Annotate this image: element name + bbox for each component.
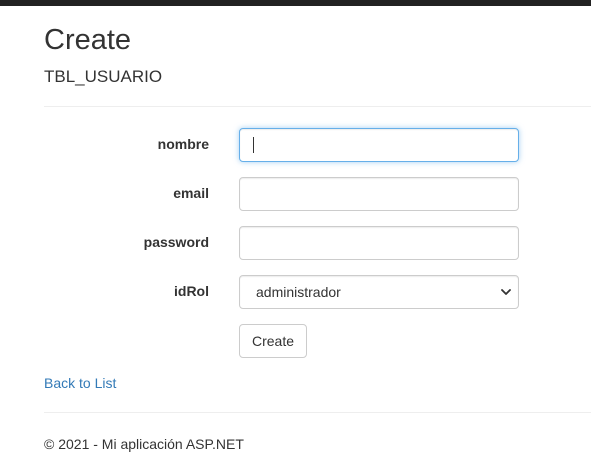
create-button[interactable]: Create (239, 324, 308, 358)
password-input[interactable] (239, 226, 519, 260)
form-group-email: email (44, 177, 591, 211)
password-label: password (143, 234, 209, 250)
text-cursor (253, 137, 254, 153)
idrol-label: idRol (174, 283, 209, 299)
form-group-idrol: idRol administrador (44, 275, 591, 309)
back-to-list-link[interactable]: Back to List (44, 375, 116, 391)
chevron-down-icon (501, 289, 511, 295)
form-group-nombre: nombre (44, 128, 591, 162)
footer-copyright: © 2021 - Mi aplicación ASP.NET (44, 436, 244, 452)
form-group-submit: Create (44, 324, 591, 358)
nombre-label: nombre (157, 136, 209, 152)
footer-divider (44, 412, 591, 413)
divider (44, 106, 591, 107)
nombre-input[interactable] (239, 128, 519, 162)
email-input[interactable] (239, 177, 519, 211)
entity-subtitle: TBL_USUARIO (44, 67, 163, 86)
idrol-select[interactable]: administrador (239, 275, 519, 309)
top-navbar-strip (0, 0, 591, 6)
page-title: Create (44, 24, 132, 56)
form-group-password: password (44, 226, 591, 260)
email-label: email (173, 185, 209, 201)
idrol-selected-value: administrador (256, 284, 341, 300)
